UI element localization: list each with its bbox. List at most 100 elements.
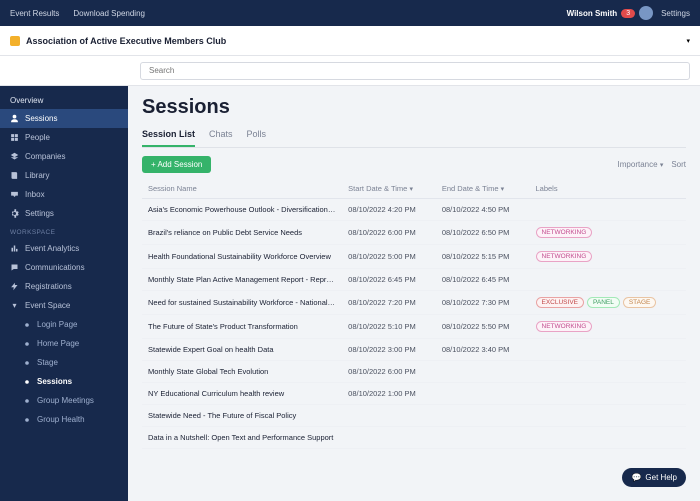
col-end[interactable]: End Date & Time ▾ bbox=[436, 179, 530, 199]
table-row[interactable]: Brazil's reliance on Public Debt Service… bbox=[142, 221, 686, 245]
table-row[interactable]: Need for sustained Sustainability Workfo… bbox=[142, 291, 686, 315]
page-title: Sessions bbox=[142, 96, 686, 119]
cell-start: 08/10/2022 6:45 PM bbox=[342, 269, 436, 291]
lightning-icon bbox=[10, 282, 19, 291]
sidebar-item-settings[interactable]: Settings bbox=[0, 204, 128, 223]
col-start[interactable]: Start Date & Time ▾ bbox=[342, 179, 436, 199]
grid-icon bbox=[10, 133, 19, 142]
dot-icon bbox=[22, 415, 31, 424]
chevron-down-icon: ▾ bbox=[660, 162, 664, 169]
dot-icon bbox=[22, 396, 31, 405]
sort-icon: ▾ bbox=[409, 186, 413, 193]
cell-name: Monthly State Global Tech Evolution bbox=[142, 361, 342, 383]
sidebar-item-label: Registrations bbox=[25, 282, 72, 291]
app-root: Event Results Download Spending Wilson S… bbox=[0, 0, 700, 501]
sidebar-item-label: Library bbox=[25, 171, 49, 180]
sidebar-item-people[interactable]: People bbox=[0, 128, 128, 147]
sidebar-sub-login-page[interactable]: Login Page bbox=[0, 315, 128, 334]
gear-icon bbox=[10, 209, 19, 218]
sidebar-tab-overview[interactable]: Overview bbox=[0, 92, 128, 109]
cell-start: 08/10/2022 4:20 PM bbox=[342, 199, 436, 221]
cell-name: The Future of State's Product Transforma… bbox=[142, 315, 342, 339]
cell-name: Statewide Need - The Future of Fiscal Po… bbox=[142, 405, 342, 427]
sidebar-sub-stage[interactable]: Stage bbox=[0, 353, 128, 372]
table-row[interactable]: Monthly State Global Tech Evolution08/10… bbox=[142, 361, 686, 383]
sidebar-sub-sessions[interactable]: Sessions bbox=[0, 372, 128, 391]
cell-start: 08/10/2022 6:00 PM bbox=[342, 221, 436, 245]
cell-name: Asia's Economic Powerhouse Outlook - Div… bbox=[142, 199, 342, 221]
table-row[interactable]: Statewide Expert Goal on health Data08/1… bbox=[142, 339, 686, 361]
cell-start: 08/10/2022 5:10 PM bbox=[342, 315, 436, 339]
sort-icon: ▾ bbox=[501, 186, 505, 193]
sidebar-sub-label: Group Meetings bbox=[37, 396, 94, 405]
top-link-results[interactable]: Event Results bbox=[10, 9, 59, 18]
table-row[interactable]: Statewide Need - The Future of Fiscal Po… bbox=[142, 405, 686, 427]
tag-networking: NETWORKING bbox=[536, 227, 593, 238]
user-name: Wilson Smith bbox=[567, 9, 618, 18]
sidebar-item-inbox[interactable]: Inbox bbox=[0, 185, 128, 204]
col-session-name[interactable]: Session Name bbox=[142, 179, 342, 199]
cell-end: 08/10/2022 6:45 PM bbox=[436, 269, 530, 291]
cell-tags bbox=[530, 199, 687, 221]
topbar: Event Results Download Spending Wilson S… bbox=[0, 0, 700, 26]
sidebar-item-companies[interactable]: Companies bbox=[0, 147, 128, 166]
cell-start: 08/10/2022 3:00 PM bbox=[342, 339, 436, 361]
sidebar: Overview SessionsPeopleCompaniesLibraryI… bbox=[0, 86, 128, 501]
help-label: Get Help bbox=[645, 473, 677, 482]
add-session-button[interactable]: + Add Session bbox=[142, 156, 211, 173]
top-link-spending[interactable]: Download Spending bbox=[73, 9, 145, 18]
sidebar-item-event-space[interactable]: ▾ Event Space bbox=[0, 296, 128, 315]
help-button[interactable]: 💬 Get Help bbox=[622, 468, 686, 487]
sidebar-group-workspace: Workspace bbox=[0, 223, 128, 239]
search-input[interactable] bbox=[140, 62, 690, 80]
table-row[interactable]: NY Educational Curriculum health review0… bbox=[142, 383, 686, 405]
cell-name: NY Educational Curriculum health review bbox=[142, 383, 342, 405]
table-row[interactable]: Asia's Economic Powerhouse Outlook - Div… bbox=[142, 199, 686, 221]
table-row[interactable]: Data in a Nutshell: Open Text and Perfor… bbox=[142, 427, 686, 449]
sidebar-sub-label: Home Page bbox=[37, 339, 79, 348]
sidebar-item-communications[interactable]: Communications bbox=[0, 258, 128, 277]
sidebar-item-label: Settings bbox=[25, 209, 54, 218]
sidebar-item-library[interactable]: Library bbox=[0, 166, 128, 185]
tab-polls[interactable]: Polls bbox=[247, 125, 267, 147]
cell-start bbox=[342, 427, 436, 449]
sort-toggle[interactable]: Sort bbox=[671, 160, 686, 169]
cell-tags: NETWORKING bbox=[530, 221, 687, 245]
sidebar-item-sessions[interactable]: Sessions bbox=[0, 109, 128, 128]
cell-name: Brazil's reliance on Public Debt Service… bbox=[142, 221, 342, 245]
cell-tags bbox=[530, 405, 687, 427]
cell-end: 08/10/2022 5:50 PM bbox=[436, 315, 530, 339]
cell-end bbox=[436, 427, 530, 449]
content-area: Sessions Session List Chats Polls + Add … bbox=[128, 86, 700, 501]
sidebar-item-event-analytics[interactable]: Event Analytics bbox=[0, 239, 128, 258]
sidebar-sub-home-page[interactable]: Home Page bbox=[0, 334, 128, 353]
org-logo bbox=[10, 36, 20, 46]
table-row[interactable]: Health Foundational Sustainability Workf… bbox=[142, 245, 686, 269]
filter-bar: Importance ▾ Sort bbox=[618, 160, 686, 169]
settings-link[interactable]: Settings bbox=[661, 9, 690, 18]
sidebar-sub-label: Sessions bbox=[37, 377, 72, 386]
tag-panel: PANEL bbox=[587, 297, 620, 308]
sidebar-sub-group-health[interactable]: Group Health bbox=[0, 410, 128, 429]
table-row[interactable]: The Future of State's Product Transforma… bbox=[142, 315, 686, 339]
user-chip[interactable]: Wilson Smith 3 bbox=[567, 6, 654, 20]
cell-end bbox=[436, 405, 530, 427]
cell-start: 08/10/2022 5:00 PM bbox=[342, 245, 436, 269]
tag-stage: STAGE bbox=[623, 297, 657, 308]
sidebar-item-label: Communications bbox=[25, 263, 85, 272]
cell-tags: NETWORKING bbox=[530, 245, 687, 269]
filter-importance[interactable]: Importance ▾ bbox=[618, 160, 664, 169]
table-row[interactable]: Monthly State Plan Active Management Rep… bbox=[142, 269, 686, 291]
cell-start bbox=[342, 405, 436, 427]
cell-end: 08/10/2022 4:50 PM bbox=[436, 199, 530, 221]
tab-chats[interactable]: Chats bbox=[209, 125, 233, 147]
topbar-right: Wilson Smith 3 Settings bbox=[567, 6, 690, 20]
sidebar-item-registrations[interactable]: Registrations bbox=[0, 277, 128, 296]
search-bar bbox=[0, 56, 700, 86]
dot-icon bbox=[22, 377, 31, 386]
chevron-down-icon[interactable]: ▾ bbox=[686, 37, 690, 45]
sidebar-sub-group-meetings[interactable]: Group Meetings bbox=[0, 391, 128, 410]
toolbar: + Add Session Importance ▾ Sort bbox=[142, 156, 686, 173]
tab-session-list[interactable]: Session List bbox=[142, 125, 195, 147]
col-labels[interactable]: Labels bbox=[530, 179, 687, 199]
